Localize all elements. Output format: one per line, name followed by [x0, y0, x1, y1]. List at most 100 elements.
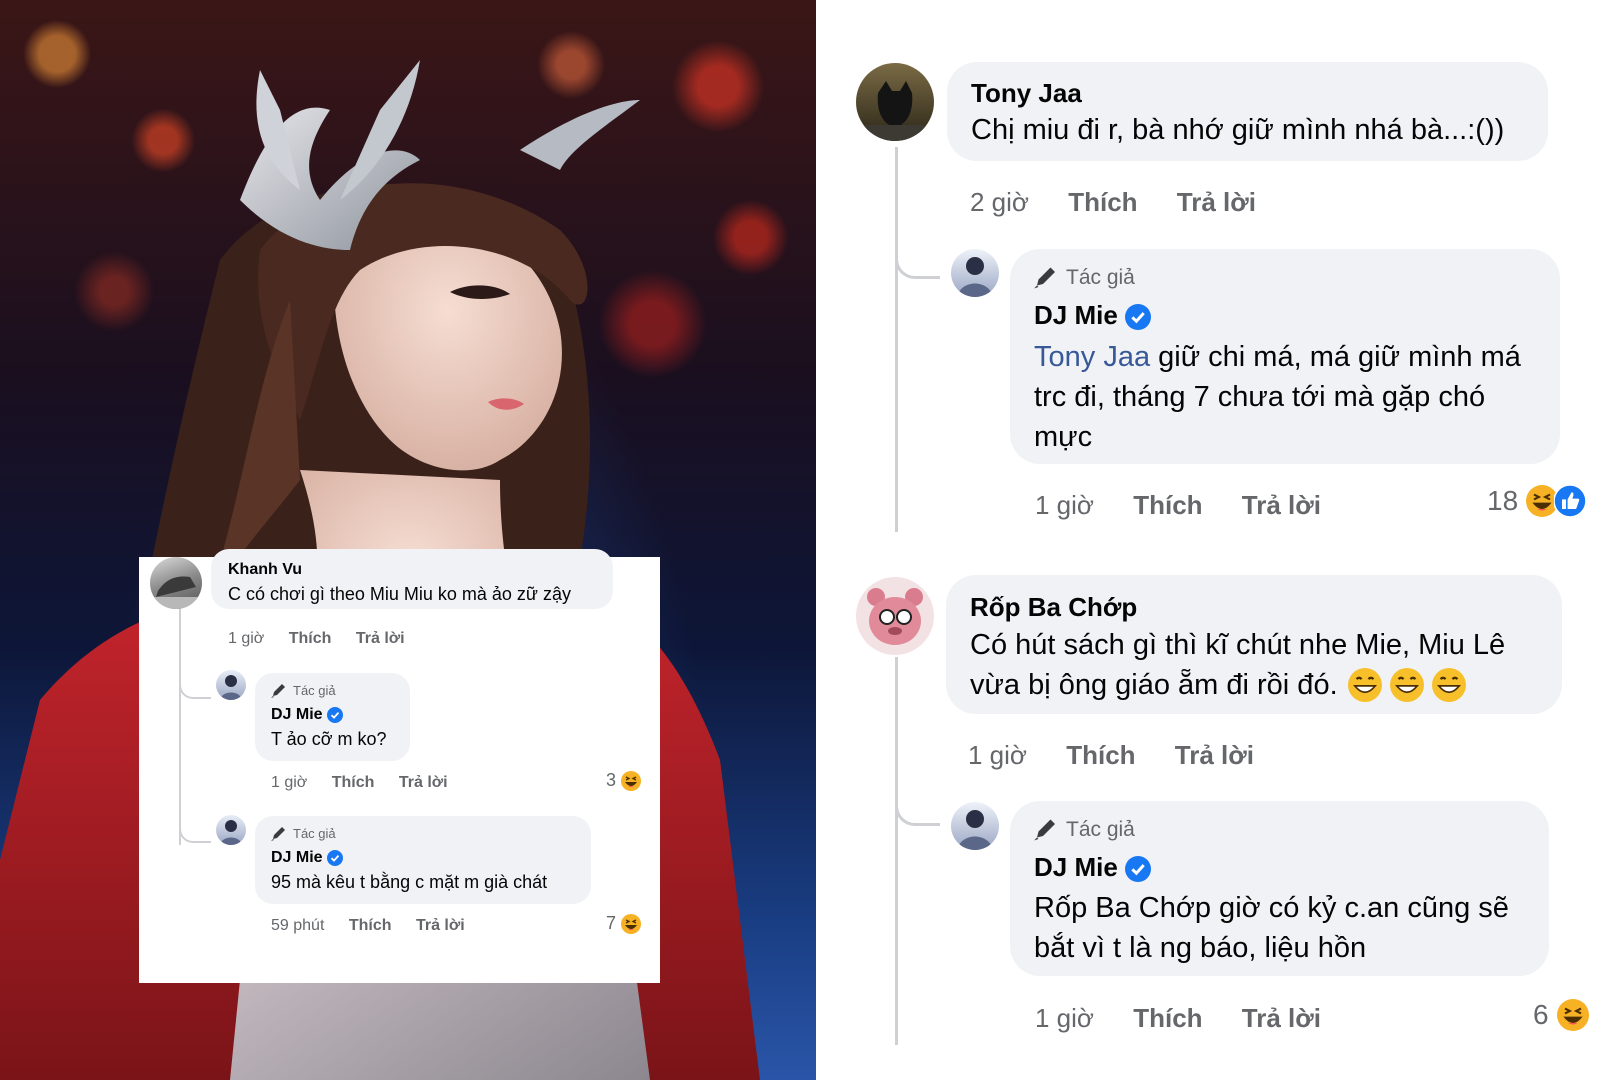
comment-bubble: Rốp Ba Chớp Có hút sách gì thì kĩ chút n…	[946, 575, 1562, 714]
comment-author-name[interactable]: Khanh Vu	[228, 561, 302, 579]
like-button[interactable]: Thích	[332, 774, 375, 791]
comment-text-line: vừa bị ông giáo ẵm đi rồi đó.	[970, 665, 1505, 705]
avatar-tony-jaa[interactable]	[856, 63, 934, 141]
reply-bubble: Tác giả DJ Mie T ảo cỡ m ko?	[255, 673, 410, 761]
reply-button[interactable]: Trả lời	[399, 774, 448, 791]
black-dog-photo-icon	[856, 81, 934, 141]
reply-actions: 59 phút Thích Trả lời	[271, 917, 465, 935]
reply-text-line: Rốp Ba Chớp giờ có kỷ c.an cũng sẽ	[1034, 892, 1509, 924]
author-badge-label: Tác giả	[293, 826, 336, 841]
reply-button[interactable]: Trả lời	[1177, 187, 1256, 217]
avatar-dj-mie[interactable]	[216, 670, 246, 700]
verified-badge-icon	[1125, 304, 1152, 331]
author-badge: Tác giả	[1034, 266, 1135, 290]
reaction-count: 7	[606, 913, 617, 933]
reply-time[interactable]: 59 phút	[271, 917, 324, 934]
avatar-dj-mie[interactable]	[216, 815, 246, 845]
thread-line	[179, 599, 181, 845]
reply-actions: 1 giờ Thích Trả lời	[271, 774, 448, 792]
thread-branch	[895, 787, 940, 826]
reply-author-name: DJ Mie	[271, 849, 344, 867]
reply-actions: 1 giờ Thích Trả lời	[1035, 1003, 1321, 1034]
reply-author-link[interactable]: DJ Mie	[1034, 300, 1118, 330]
reaction-count: 6	[1533, 999, 1549, 1030]
reply-time[interactable]: 1 giờ	[1035, 490, 1094, 520]
pencil-icon	[1034, 267, 1055, 289]
pencil-icon	[271, 683, 285, 698]
comment-text: Chị miu đi r, bà nhớ giữ mình nhá bà...:…	[971, 114, 1505, 146]
author-badge: Tác giả	[1034, 818, 1135, 842]
like-button[interactable]: Thích	[1066, 740, 1135, 770]
avatar-dj-mie[interactable]	[951, 249, 999, 297]
author-badge: Tác giả	[271, 683, 336, 698]
pencil-icon	[1034, 819, 1055, 841]
avatar-dj-mie[interactable]	[951, 802, 999, 850]
reaction-summary[interactable]: 18	[1487, 485, 1587, 517]
like-button[interactable]: Thích	[289, 630, 332, 647]
like-button[interactable]: Thích	[1068, 187, 1137, 217]
reply-text-line: Tony Jaa giữ chi má, má giữ mình má	[1034, 337, 1521, 377]
like-button[interactable]: Thích	[1133, 1003, 1202, 1033]
reaction-summary[interactable]: 6	[1533, 999, 1589, 1031]
grin-emoji-icon	[1431, 668, 1466, 702]
reaction-summary[interactable]: 7	[606, 913, 642, 934]
reply-text-line: bắt vì t là ng báo, liệu hồn	[1034, 932, 1367, 964]
verified-badge-icon	[327, 706, 344, 723]
profile-photo-icon	[957, 257, 993, 297]
reply-actions: 1 giờ Thích Trả lời	[1035, 490, 1321, 521]
comment-actions: 1 giờ Thích Trả lời	[228, 630, 405, 648]
author-badge: Tác giả	[271, 826, 336, 841]
reply-author-name: DJ Mie	[1034, 852, 1152, 883]
reply-button[interactable]: Trả lời	[1242, 490, 1321, 520]
avatar-khanh-vu[interactable]	[150, 557, 202, 609]
comment-time[interactable]: 1 giờ	[228, 630, 264, 647]
mention-link[interactable]: Tony Jaa	[1034, 341, 1150, 373]
author-badge-label: Tác giả	[1066, 818, 1135, 841]
reply-text-line: trc đi, tháng 7 chưa tới mà gặp chó	[1034, 381, 1486, 413]
author-badge-label: Tác giả	[1066, 266, 1135, 289]
haha-reaction-icon	[621, 913, 642, 934]
reply-text: 95 mà kêu t bằng c mặt m già chát	[271, 872, 548, 892]
like-button[interactable]: Thích	[1133, 490, 1202, 520]
reaction-summary[interactable]: 3	[606, 770, 642, 791]
comment-time[interactable]: 2 giờ	[970, 187, 1029, 217]
reply-button[interactable]: Trả lời	[416, 917, 465, 934]
reply-author-name: DJ Mie	[1034, 300, 1152, 331]
comment-actions: 2 giờ Thích Trả lời	[970, 187, 1256, 218]
comment-text-segment: vừa bị ông giáo ẵm đi rồi đó.	[970, 669, 1338, 701]
avatar-rop-ba-chop[interactable]	[856, 577, 934, 655]
reply-time[interactable]: 1 giờ	[271, 774, 307, 791]
like-button[interactable]: Thích	[349, 917, 392, 934]
reply-author-link[interactable]: DJ Mie	[1034, 852, 1118, 882]
reply-author-link[interactable]: DJ Mie	[271, 849, 323, 866]
reply-bubble: Tác giả DJ Mie 95 mà kêu t bằng c mặt m …	[255, 816, 591, 904]
reply-author-name: DJ Mie	[271, 706, 344, 724]
reply-author-link[interactable]: DJ Mie	[271, 706, 323, 723]
pink-bear-avatar-icon	[867, 588, 923, 645]
haha-reaction-icon	[621, 770, 642, 791]
comment-bubble: Tony Jaa Chị miu đi r, bà nhớ giữ mình n…	[947, 62, 1548, 161]
thread-line	[895, 657, 898, 1045]
reply-bubble: Tác giả DJ Mie Tony Jaa giữ chi má, má g…	[1010, 249, 1560, 464]
verified-badge-icon	[1125, 856, 1152, 883]
reply-text: Tony Jaa giữ chi má, má giữ mình má trc …	[1034, 337, 1521, 457]
grin-emoji-icon	[1347, 668, 1382, 702]
reply-time[interactable]: 1 giờ	[1035, 1003, 1094, 1033]
verified-badge-icon	[327, 849, 344, 866]
comment-time[interactable]: 1 giờ	[968, 740, 1027, 770]
pencil-icon	[271, 826, 285, 841]
author-badge-label: Tác giả	[293, 683, 336, 698]
thread-line	[895, 147, 898, 532]
thread-branch	[179, 811, 211, 843]
haha-reaction-icon	[1556, 999, 1589, 1031]
inset-comment-card: Khanh Vu C có chơi gì theo Miu Miu ko mà…	[139, 549, 660, 983]
comment-author-name[interactable]: Rốp Ba Chớp	[970, 592, 1137, 623]
reaction-count: 18	[1487, 485, 1519, 516]
comment-bubble: Khanh Vu C có chơi gì theo Miu Miu ko mà…	[211, 549, 613, 609]
reply-button[interactable]: Trả lời	[356, 630, 405, 647]
comment-author-name[interactable]: Tony Jaa	[971, 78, 1082, 109]
reply-button[interactable]: Trả lời	[1175, 740, 1254, 770]
comment-text-line: Có hút sách gì thì kĩ chút nhe Mie, Miu …	[970, 629, 1506, 661]
reply-button[interactable]: Trả lời	[1242, 1003, 1321, 1033]
profile-photo-icon	[220, 675, 242, 700]
